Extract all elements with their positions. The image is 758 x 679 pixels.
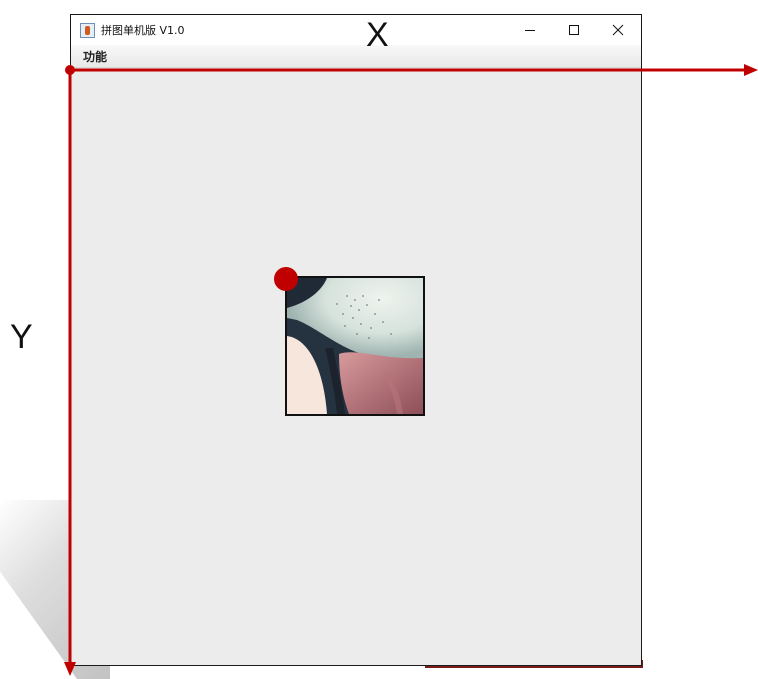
menu-bar: 功能: [71, 45, 641, 68]
java-app-icon: [80, 22, 95, 38]
title-bar[interactable]: 拼图单机版 V1.0: [71, 15, 641, 45]
window-title: 拼图单机版 V1.0: [101, 24, 185, 37]
x-axis-arrowhead: [744, 64, 758, 76]
maximize-button[interactable]: [552, 15, 596, 45]
menu-function[interactable]: 功能: [77, 48, 113, 65]
app-window: 拼图单机版 V1.0 功能: [70, 14, 642, 666]
maximize-icon: [569, 25, 579, 35]
x-axis-label: X: [366, 16, 389, 54]
game-panel: [71, 68, 641, 665]
puzzle-tile[interactable]: [285, 276, 425, 416]
puzzle-tile-image: [287, 278, 423, 414]
close-button[interactable]: [596, 15, 640, 45]
y-axis-label: Y: [10, 318, 33, 356]
minimize-button[interactable]: [508, 15, 552, 45]
minimize-icon: [525, 30, 535, 31]
close-icon: [612, 24, 624, 36]
